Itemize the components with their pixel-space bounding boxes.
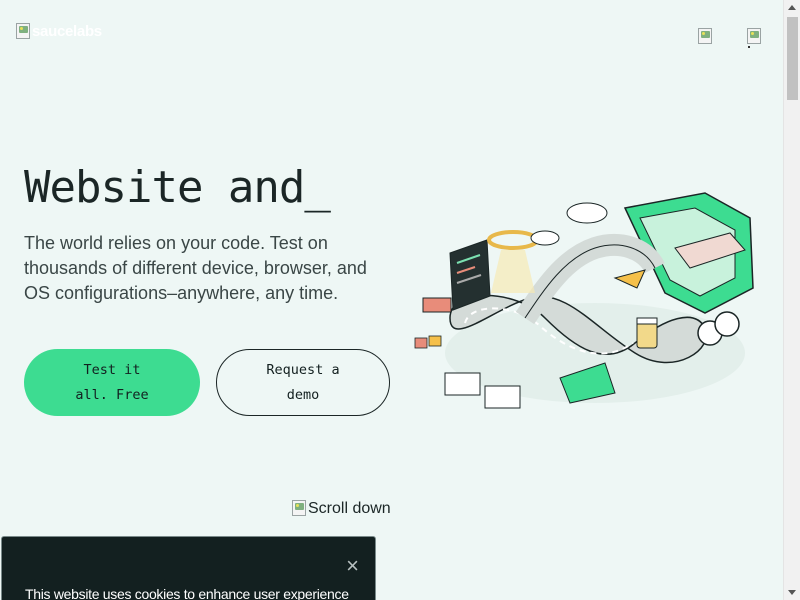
scroll-thumb[interactable] — [787, 17, 798, 100]
broken-image-icon — [747, 28, 761, 44]
hero-title: Website and_ — [24, 162, 331, 213]
logo-alt-text: saucelabs — [32, 23, 102, 40]
image-fragment — [748, 46, 750, 48]
cookie-banner: × This website uses cookies to enhance u… — [1, 536, 376, 600]
test-it-free-button[interactable]: Test it all. Free — [24, 349, 200, 416]
test-it-free-label: Test it all. Free — [75, 361, 149, 403]
request-demo-label: Request a demo — [266, 361, 340, 403]
cookie-message: This website uses cookies to enhance use… — [25, 586, 349, 600]
menu-image-icon[interactable] — [698, 28, 712, 44]
close-icon[interactable]: × — [346, 555, 359, 577]
account-image-icon[interactable] — [747, 28, 761, 48]
page-scrollbar[interactable] — [783, 0, 800, 600]
hero-illustration — [414, 192, 754, 409]
scroll-down-arrow-icon[interactable] — [788, 590, 796, 595]
hero-description: The world relies on your code. Test on t… — [24, 233, 367, 303]
scroll-down-alt-text: Scroll down — [308, 500, 391, 517]
scroll-up-arrow-icon[interactable] — [788, 5, 796, 10]
broken-image-icon — [698, 28, 712, 44]
request-demo-button[interactable]: Request a demo — [216, 349, 390, 416]
broken-image-icon — [16, 23, 30, 39]
saucelabs-logo[interactable]: saucelabs — [16, 23, 102, 41]
scroll-down-image[interactable]: Scroll down — [292, 500, 391, 517]
broken-image-icon — [292, 500, 306, 516]
